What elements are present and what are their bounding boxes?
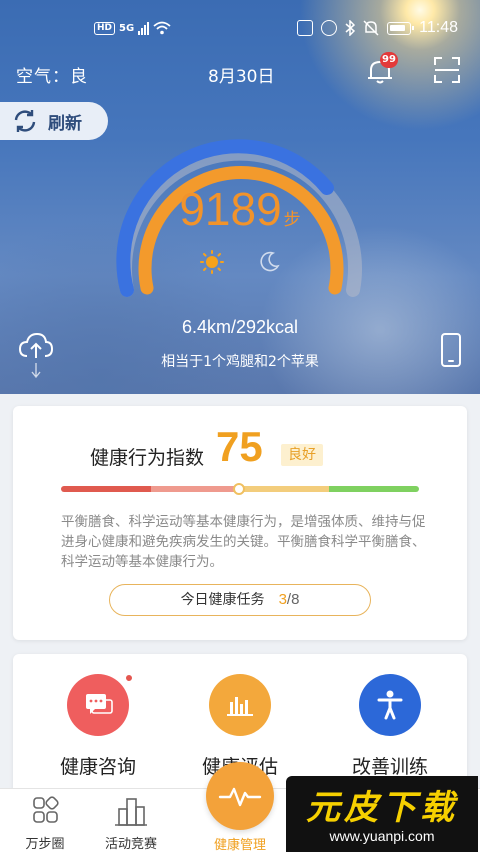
service-training[interactable]: 改善训练 <box>330 674 450 779</box>
service-label: 健康咨询 <box>59 756 136 778</box>
signal-icon <box>138 21 150 35</box>
person-icon <box>359 674 421 736</box>
task-total-count: /8 <box>286 591 300 608</box>
health-index-title: 健康行为指数 <box>90 447 205 469</box>
nav-item-health-management[interactable] <box>206 762 274 830</box>
battery-icon <box>387 21 415 35</box>
consult-alert-dot <box>125 674 133 682</box>
status-bar: HD 5G 11:48 <box>0 0 480 60</box>
air-quality: 空气：良 <box>16 67 88 87</box>
date-label: 8月30日 <box>208 67 275 87</box>
clock: 11:48 <box>419 19 458 36</box>
sun-icon[interactable] <box>200 250 224 274</box>
bar-segment-poor <box>151 486 241 492</box>
notification-badge: 99 <box>380 52 398 68</box>
heartbeat-icon <box>218 787 262 807</box>
wifi-icon <box>153 21 171 35</box>
watermark: 元皮下载 www.yuanpi.com <box>286 776 478 852</box>
food-equivalent: 相当于1个鸡腿和2个苹果 <box>161 354 319 370</box>
chat-icon <box>67 674 133 736</box>
refresh-button[interactable]: 刷新 <box>0 102 108 140</box>
alarm-icon <box>321 20 338 36</box>
step-count: 9189 步 <box>0 182 480 236</box>
step-unit: 步 <box>283 210 301 230</box>
bar-segment-good <box>329 486 419 492</box>
moon-icon[interactable] <box>259 250 281 272</box>
grid-icon <box>33 796 59 823</box>
health-index-card: 健康行为指数 75 良好 平衡膳食、科学运动等基本健康行为，是增强体质、维持与促… <box>13 406 467 640</box>
nav-label: 万步圈 <box>25 837 65 852</box>
health-level-badge: 良好 <box>281 444 323 466</box>
refresh-icon <box>14 110 36 132</box>
hd-badge: HD <box>94 21 116 35</box>
step-number: 9189 <box>179 183 282 235</box>
daily-task-label: 今日健康任务 <box>180 592 265 608</box>
service-consult[interactable]: 健康咨询 <box>38 674 158 779</box>
bar-segment-bad <box>61 486 151 492</box>
scan-icon[interactable] <box>433 56 461 84</box>
phone-icon[interactable] <box>441 333 461 367</box>
health-index-description: 平衡膳食、科学运动等基本健康行为，是增强体质、维持与促进身心健康和避免疾病发生的… <box>61 514 426 570</box>
cloud-upload-icon[interactable] <box>18 332 54 382</box>
refresh-label: 刷新 <box>48 113 82 134</box>
distance-calories: 6.4km/292kcal <box>181 317 299 337</box>
task-done-count: 3 <box>278 591 287 608</box>
bluetooth-icon <box>345 20 356 36</box>
service-label: 改善训练 <box>351 756 428 778</box>
nav-item-steps-circle[interactable]: 万步圈 <box>0 789 90 852</box>
nav-label-active: 健康管理 <box>213 838 266 853</box>
network-label: 5G <box>119 22 135 34</box>
nav-label: 活动竞赛 <box>104 837 157 852</box>
watermark-brand: 元皮下载 <box>306 788 458 828</box>
watermark-url: www.yuanpi.com <box>329 828 435 844</box>
health-index-marker <box>233 483 245 495</box>
mute-icon <box>363 20 379 36</box>
nfc-icon <box>297 20 314 36</box>
daily-task-button[interactable]: 今日健康任务 3/8 <box>109 584 371 616</box>
bar-segment-fair <box>241 486 329 492</box>
bar-chart-icon <box>209 674 271 736</box>
health-index-score: 75 <box>216 423 263 470</box>
step-hero: HD 5G 11:48 空气：良 8月30日 99 刷新 9189 步 6.4k… <box>0 0 480 394</box>
buildings-icon <box>115 798 147 826</box>
nav-item-competition[interactable]: 活动竞赛 <box>86 789 176 852</box>
